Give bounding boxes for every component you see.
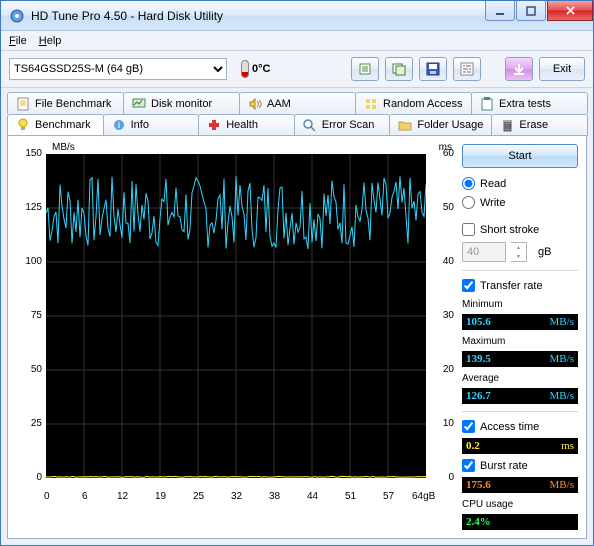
folder-icon	[398, 118, 412, 132]
toolbar: TS64GSSD25S-M (64 gB) 0°C Exit	[1, 51, 593, 88]
tab-info[interactable]: iInfo	[103, 114, 200, 136]
maximum-value: 139.5MB/s	[462, 351, 578, 367]
maximum-label: Maximum	[462, 334, 578, 347]
transfer-rate-checkbox[interactable]	[462, 279, 475, 292]
benchmark-chart: MB/s ms 150 125 100 75 50	[14, 142, 454, 502]
chart-plot	[46, 154, 426, 478]
tab-health[interactable]: Health	[198, 114, 295, 136]
read-radio[interactable]	[462, 177, 475, 190]
copy-screenshot-button[interactable]	[385, 57, 413, 81]
average-value: 126.7MB/s	[462, 388, 578, 404]
copy-info-button[interactable]	[351, 57, 379, 81]
minimum-value: 105.6MB/s	[462, 314, 578, 330]
tab-benchmark[interactable]: Benchmark	[7, 114, 104, 136]
tab-random-access[interactable]: Random Access	[355, 92, 472, 114]
tab-error-scan[interactable]: Error Scan	[294, 114, 391, 136]
burst-rate-checkbox[interactable]	[462, 459, 475, 472]
average-label: Average	[462, 371, 578, 384]
temperature-display: 0°C	[233, 60, 278, 78]
temperature-value: 0°C	[252, 63, 270, 75]
short-stroke-value: 40	[462, 242, 506, 262]
file-icon	[16, 97, 30, 111]
trash-icon	[500, 118, 514, 132]
tab-area: File Benchmark Disk monitor AAM Random A…	[1, 88, 593, 545]
tab-extra-tests[interactable]: Extra tests	[471, 92, 588, 114]
app-icon	[9, 8, 25, 24]
random-icon	[364, 97, 378, 111]
menu-help[interactable]: Help	[39, 35, 62, 47]
cpu-usage-value: 2.4%	[462, 514, 578, 530]
tab-row-secondary: File Benchmark Disk monitor AAM Random A…	[7, 92, 587, 114]
tab-content: MB/s ms 150 125 100 75 50	[7, 136, 587, 539]
tab-file-benchmark[interactable]: File Benchmark	[7, 92, 124, 114]
y-left-label: MB/s	[52, 142, 75, 153]
tab-erase[interactable]: Erase	[491, 114, 588, 136]
write-radio[interactable]	[462, 196, 475, 209]
settings-button[interactable]	[453, 57, 481, 81]
save-button[interactable]	[419, 57, 447, 81]
bulb-icon	[16, 118, 30, 132]
access-time-value: 0.2ms	[462, 438, 578, 454]
short-stroke-spinner: ▲▼	[511, 242, 527, 262]
window-title: HD Tune Pro 4.50 - Hard Disk Utility	[31, 9, 484, 23]
thermometer-icon	[241, 60, 249, 78]
results-sidebar: Start Read Write Short stroke 40▲▼gB Tra…	[462, 142, 580, 532]
minimum-label: Minimum	[462, 297, 578, 310]
speaker-icon	[248, 97, 262, 111]
burst-rate-value: 175.6MB/s	[462, 477, 578, 493]
search-icon	[303, 118, 317, 132]
tab-folder-usage[interactable]: Folder Usage	[389, 114, 492, 136]
exit-button[interactable]: Exit	[539, 57, 585, 81]
load-button[interactable]	[505, 57, 533, 81]
maximize-button[interactable]	[516, 1, 546, 21]
short-stroke-checkbox[interactable]	[462, 223, 475, 236]
menu-file[interactable]: File	[9, 35, 27, 47]
health-icon	[207, 118, 221, 132]
minimize-button[interactable]	[485, 1, 515, 21]
info-icon: i	[112, 118, 126, 132]
drive-select[interactable]: TS64GSSD25S-M (64 gB)	[9, 58, 227, 80]
cpu-usage-label: CPU usage	[462, 497, 578, 510]
close-button[interactable]	[547, 1, 593, 21]
tab-aam[interactable]: AAM	[239, 92, 356, 114]
tab-disk-monitor[interactable]: Disk monitor	[123, 92, 240, 114]
clipboard-icon	[480, 97, 494, 111]
monitor-icon	[132, 97, 146, 111]
menubar: File Help	[1, 31, 593, 51]
svg-text:i: i	[117, 121, 119, 130]
app-window: HD Tune Pro 4.50 - Hard Disk Utility Fil…	[0, 0, 594, 546]
start-button[interactable]: Start	[462, 144, 578, 168]
access-time-checkbox[interactable]	[462, 420, 475, 433]
titlebar[interactable]: HD Tune Pro 4.50 - Hard Disk Utility	[1, 1, 593, 31]
tab-row-primary: Benchmark iInfo Health Error Scan Folder…	[7, 114, 587, 136]
